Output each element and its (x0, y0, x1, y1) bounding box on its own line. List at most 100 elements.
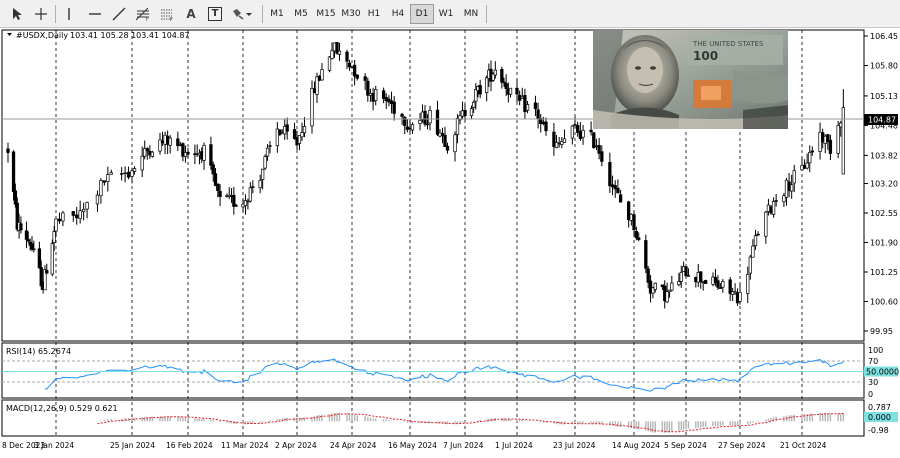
candle-body (544, 121, 548, 132)
candle-body (13, 190, 18, 205)
fibonacci-fan-icon[interactable]: F (156, 4, 178, 24)
date-tick-label: 1 Jul 2024 (495, 441, 533, 450)
candle-body (536, 109, 540, 120)
candle-body (384, 97, 388, 102)
timeframe-m15[interactable]: M15 (313, 4, 339, 24)
timeframe-m1[interactable]: M1 (265, 4, 289, 24)
text-box-glyph: T (208, 7, 222, 21)
candle-body (263, 156, 267, 169)
candle-body (371, 93, 375, 102)
candle-body (784, 179, 789, 198)
svg-text:100: 100 (693, 49, 718, 63)
date-tick-label: 11 Mar 2024 (221, 441, 269, 450)
candle-body (109, 172, 113, 175)
symbol-menu-arrow-icon[interactable] (7, 33, 12, 36)
timeframe-w1[interactable]: W1 (434, 4, 458, 24)
timeframe-m30[interactable]: M30 (338, 4, 364, 24)
candle-body (472, 101, 476, 108)
symbol-name: #USDX,Daily (16, 31, 68, 40)
date-tick-label: 16 Feb 2024 (166, 441, 213, 450)
candle-body (106, 174, 110, 182)
candle-body (75, 214, 79, 219)
price-tick-label: 105.80 (870, 62, 898, 71)
candle-body (665, 291, 669, 303)
candle-body (808, 152, 812, 164)
candle-body (541, 121, 546, 125)
candle-body (818, 131, 822, 152)
candle-body (769, 206, 773, 214)
candle-body (520, 96, 524, 99)
candle-body (202, 145, 206, 161)
candle-body (485, 77, 489, 93)
candle-body (800, 165, 804, 171)
candle-body (52, 231, 56, 243)
rsi-scale-100: 100 (868, 346, 883, 355)
date-tick-label: 25 Jan 2024 (110, 441, 155, 450)
candle-body (554, 142, 559, 148)
candle-body (140, 155, 144, 171)
candle-body (268, 145, 272, 147)
candle-body (576, 125, 580, 133)
candle-body (302, 126, 307, 134)
price-tick-label: 105.13 (870, 92, 898, 101)
candle-body (392, 101, 396, 114)
text-label-icon[interactable]: A (180, 4, 202, 24)
ohlc-values: 103.41 105.28 103.41 104.87 (70, 31, 190, 40)
candle-body (211, 164, 215, 175)
candle-body (670, 282, 674, 291)
trendline-icon[interactable] (108, 4, 130, 24)
candle-body (774, 200, 778, 202)
candle-body (30, 243, 34, 250)
timeframe-h4[interactable]: H4 (386, 4, 410, 24)
chart-window[interactable]: #USDX,Daily 103.41 105.28 103.41 104.87 … (0, 28, 900, 454)
shapes-dropdown-icon[interactable] (228, 4, 256, 24)
date-tick-label: 23 Jul 2024 (553, 441, 596, 450)
fibonacci-icon[interactable]: F (132, 4, 154, 24)
candle-body (78, 210, 82, 219)
candle-body (186, 151, 190, 155)
candle-body (738, 292, 742, 302)
candle-body (405, 126, 410, 130)
dollar-bill-photo: THE UNITED STATES 100 (593, 30, 788, 129)
candle-body (368, 93, 373, 96)
timeframe-h1[interactable]: H1 (362, 4, 386, 24)
crosshair-icon[interactable] (30, 4, 52, 24)
candle-body (366, 80, 370, 96)
candle-body (629, 213, 633, 221)
price-tick-label: 102.55 (870, 209, 898, 218)
vertical-line-icon[interactable] (58, 4, 80, 24)
price-tick-label: 106.45 (870, 32, 898, 41)
candle-body (39, 267, 43, 287)
candle-body (618, 194, 623, 203)
date-tick-label: 5 Sep 2024 (664, 441, 707, 450)
toolbar-separator (262, 5, 263, 23)
candle-body (251, 186, 255, 188)
timeframe-mn[interactable]: MN (458, 4, 484, 24)
horizontal-line-icon[interactable] (84, 4, 106, 24)
candle-body (435, 109, 440, 135)
candle-body (260, 168, 265, 180)
text-box-icon[interactable]: T (204, 4, 226, 24)
candle-body (594, 145, 599, 148)
timeframe-m5[interactable]: M5 (289, 4, 313, 24)
rsi-line (44, 358, 844, 392)
timeframe-d1[interactable]: D1 (410, 4, 434, 24)
candle-body (355, 74, 359, 79)
candle-body (327, 56, 332, 71)
cursor-icon[interactable] (6, 4, 28, 24)
date-axis: 8 Dec 20233 Jan 2024 25 Jan 2024 16 Feb 20… (2, 441, 827, 450)
candle-body (300, 132, 304, 138)
candle-body (265, 147, 270, 157)
candle-body (61, 212, 65, 222)
candle-body (71, 211, 75, 216)
date-tick-label: 2 Apr 2024 (275, 441, 317, 450)
candle-body (493, 69, 497, 76)
candle-body (428, 110, 432, 124)
candle-body (716, 280, 720, 288)
candle-body (748, 256, 752, 274)
candle-body (234, 205, 238, 207)
candle-body (453, 134, 457, 153)
candle-body (310, 87, 314, 127)
price-axis: 106.45105.80105.13104.48103.82103.20102.… (864, 32, 898, 336)
candle-body (790, 184, 794, 192)
